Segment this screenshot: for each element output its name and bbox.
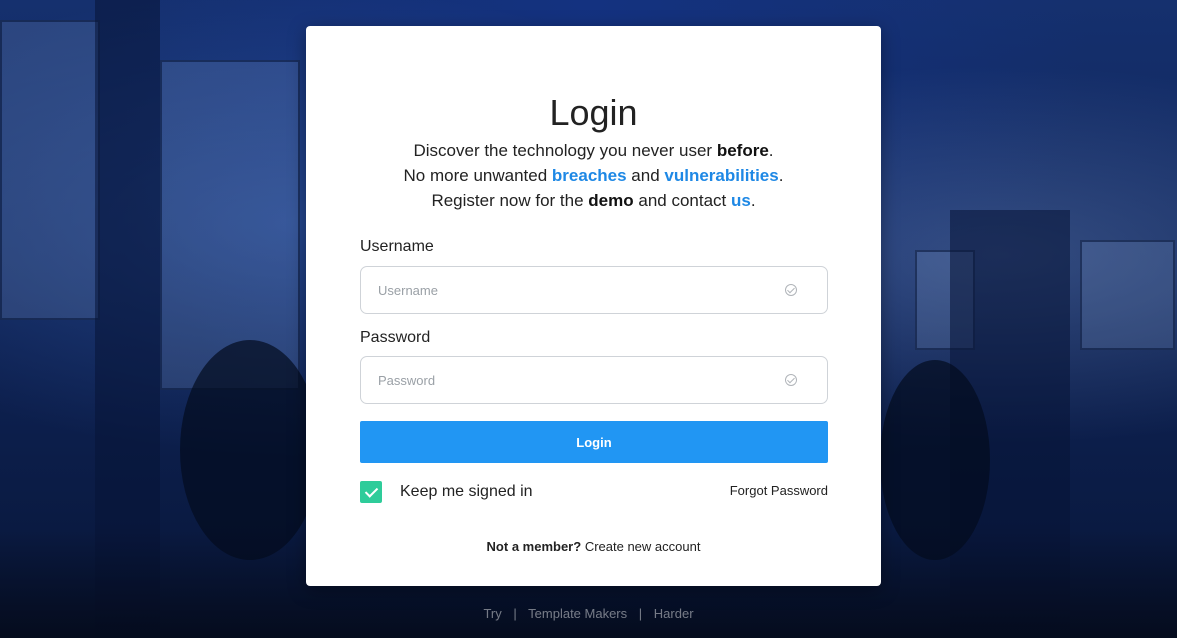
password-input[interactable] bbox=[378, 357, 778, 403]
password-field bbox=[360, 356, 828, 404]
username-field bbox=[360, 266, 828, 314]
intro-text: Discover the technology you never user b… bbox=[403, 141, 784, 210]
not-member-text: Not a member? bbox=[486, 539, 582, 554]
login-title: Login bbox=[549, 92, 638, 133]
create-account-link[interactable]: Create new account bbox=[585, 539, 701, 554]
vulnerabilities-highlight: vulnerabilities bbox=[664, 166, 779, 185]
forgot-password-link[interactable]: Forgot Password bbox=[730, 483, 828, 498]
keep-signed-in-label: Keep me signed in bbox=[400, 483, 533, 500]
contact-us-link[interactable]: us bbox=[731, 191, 751, 210]
check-circle-icon bbox=[785, 284, 797, 296]
login-button[interactable]: Login bbox=[360, 421, 828, 463]
check-circle-icon bbox=[785, 374, 797, 386]
footer-link-try[interactable]: Try bbox=[483, 606, 501, 621]
member-prompt: Not a member? Create new account bbox=[306, 539, 881, 554]
breaches-highlight: breaches bbox=[551, 166, 627, 185]
footer-link-template-makers[interactable]: Template Makers bbox=[528, 606, 627, 621]
footer-separator: | bbox=[638, 606, 643, 621]
username-input[interactable] bbox=[378, 267, 778, 313]
username-label: Username bbox=[360, 238, 434, 255]
login-card: Login Discover the technology you never … bbox=[306, 26, 881, 586]
password-label: Password bbox=[360, 329, 431, 346]
footer-links: Try | Template Makers | Harder bbox=[0, 606, 1177, 621]
keep-signed-in-checkbox[interactable] bbox=[360, 481, 382, 503]
keep-signed-in: Keep me signed in bbox=[360, 481, 533, 503]
footer-link-harder[interactable]: Harder bbox=[654, 606, 694, 621]
footer-separator: | bbox=[513, 606, 517, 621]
